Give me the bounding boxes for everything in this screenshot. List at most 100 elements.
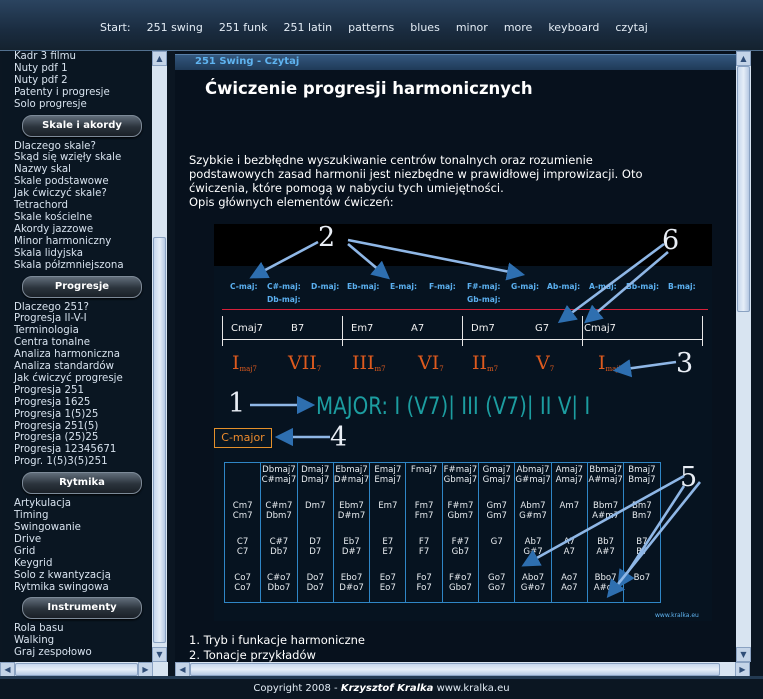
main-scroll-thumb[interactable] — [737, 66, 750, 312]
sidebar-item-top-1[interactable]: Nuty pdf 1 — [14, 63, 154, 75]
top-nav: Start: 251 swing 251 funk 251 latin patt… — [100, 21, 648, 34]
list-item: 1. Tryb i funkacje harmoniczne — [189, 633, 365, 647]
sidebar-item-rhythm-4[interactable]: Grid — [14, 546, 154, 558]
sidebar-item-progressions-12[interactable]: Progresja 12345671 — [14, 444, 154, 456]
sidebar-header-progressions: Progresje — [22, 275, 142, 298]
sidebar-item-progressions-0[interactable]: Dlaczego 251? — [14, 302, 154, 314]
sidebar-item-scales-5[interactable]: Tetrachord — [14, 200, 154, 212]
sidebar-item-progressions-1[interactable]: Progresja II-V-I — [14, 313, 154, 325]
scroll-up-icon[interactable]: ▲ — [736, 51, 751, 66]
sidebar-group-0: Kadr 3 filmu Nuty pdf 1 Nuty pdf 2 Patenty … — [14, 51, 154, 111]
sidebar-item-scales-10[interactable]: Skala półzmniejszona — [14, 260, 154, 272]
nav-blues[interactable]: blues — [410, 21, 440, 34]
annotation-arrows — [249, 238, 702, 599]
nav-251-latin[interactable]: 251 latin — [284, 21, 333, 34]
sidebar-item-rhythm-2[interactable]: Swingowanie — [14, 522, 154, 534]
top-navigation-bar: Start: 251 swing 251 funk 251 latin patt… — [0, 0, 763, 51]
sidebar-header-instruments: Instrumenty — [22, 597, 142, 620]
arrow-2-to-g — [347, 238, 526, 281]
sidebar-item-rhythm-7[interactable]: Rytmika swingowa — [14, 582, 154, 594]
nav-keyboard[interactable]: keyboard — [548, 21, 599, 34]
sidebar-item-top-2[interactable]: Nuty pdf 2 — [14, 75, 154, 87]
sidebar-item-progressions-9[interactable]: Progresja 1(5)25 — [14, 409, 154, 421]
breadcrumb[interactable]: 251 Swing - Czytaj — [195, 56, 299, 67]
sidebar-item-scales-8[interactable]: Minor harmoniczny — [14, 236, 154, 248]
breadcrumb-bar: 251 Swing - Czytaj — [175, 54, 736, 70]
sidebar-item-rhythm-5[interactable]: Keygrid — [14, 558, 154, 570]
scroll-left-icon[interactable]: ◀ — [175, 662, 190, 677]
sidebar-item-progressions-5[interactable]: Analiza standardów — [14, 361, 154, 373]
intro-line: Szybkie i bezbłędne wyszukiwanie centrów… — [189, 153, 593, 167]
sidebar-header-label: Instrumenty — [47, 602, 117, 614]
nav-patterns[interactable]: patterns — [348, 21, 394, 34]
sidebar-item-scales-1[interactable]: Skąd się wzięły skale — [14, 152, 154, 164]
sidebar-item-progressions-4[interactable]: Analiza harmoniczna — [14, 349, 154, 361]
scroll-right-icon[interactable]: ▶ — [735, 662, 750, 677]
sidebar-item-instruments-2[interactable]: Graj zespołowo — [14, 647, 154, 659]
element-list: 1. Tryb i funkacje harmoniczne 2. Tonacj… — [189, 633, 365, 662]
sidebar-item-scales-3[interactable]: Skale podstawowe — [14, 176, 154, 188]
sidebar-group-instruments: Rola basu Walking Graj zespołowo — [14, 623, 154, 659]
sidebar-item-rhythm-3[interactable]: Drive — [14, 534, 154, 546]
nav-start-label: Start: — [100, 21, 131, 34]
footer: Copyright 2008 - Krzysztof Kralka www.kr… — [0, 679, 763, 699]
scroll-right-icon[interactable]: ▶ — [138, 662, 153, 677]
sidebar-item-progressions-3[interactable]: Centra tonalne — [14, 337, 154, 349]
scroll-down-icon[interactable]: ▼ — [736, 647, 751, 662]
main-content: 251 Swing - Czytaj Ćwiczenie progresji h… — [175, 51, 736, 662]
sidebar-header-label: Progresje — [54, 280, 110, 292]
sidebar-item-rhythm-0[interactable]: Artykulacja — [14, 498, 154, 510]
sidebar-item-scales-2[interactable]: Nazwy skal — [14, 164, 154, 176]
page-title: Ćwiczenie progresji harmonicznych — [205, 79, 533, 98]
sidebar-item-scales-6[interactable]: Skale kościelne — [14, 212, 154, 224]
sidebar-item-progressions-7[interactable]: Progresja 251 — [14, 385, 154, 397]
nav-more[interactable]: more — [504, 21, 533, 34]
sidebar-scroll-thumb[interactable] — [153, 237, 166, 643]
arrow-5-c — [606, 481, 702, 599]
main-hscroll-thumb[interactable] — [190, 663, 720, 676]
sidebar-header-rhythm: Rytmika — [22, 472, 142, 495]
list-item: 2. Tonacje przykładów — [189, 648, 316, 662]
intro-line: Opis głównych elementów ćwiczeń: — [189, 195, 394, 209]
scroll-left-icon[interactable]: ◀ — [0, 662, 15, 677]
main-horizontal-scrollbar[interactable]: ◀ ▶ — [175, 662, 750, 677]
sidebar-item-scales-4[interactable]: Jak ćwiczyć skale? — [14, 188, 154, 200]
arrow-3 — [612, 359, 677, 378]
sidebar-item-progressions-11[interactable]: Progresja (25)25 — [14, 432, 154, 444]
nav-minor[interactable]: minor — [456, 21, 488, 34]
sidebar-item-scales-7[interactable]: Akordy jazzowe — [14, 224, 154, 236]
intro-line: podstawowych zasad harmonii jest niezbęd… — [189, 167, 643, 181]
main-vertical-scrollbar[interactable]: ▲ ▼ — [736, 51, 751, 662]
sidebar-item-rhythm-6[interactable]: Solo z kwantyzacją — [14, 570, 154, 582]
sidebar-item-progressions-10[interactable]: Progresja 251(5) — [14, 421, 154, 433]
arrow-6-to-g7 — [557, 242, 665, 324]
sidebar-item-progressions-6[interactable]: Jak ćwiczyć progresje — [14, 373, 154, 385]
sidebar-group-progressions: Dlaczego 251? Progresja II-V-I Terminologi… — [14, 302, 154, 469]
intro-text: Szybkie i bezbłędne wyszukiwanie centrów… — [189, 153, 734, 209]
sidebar: Kadr 3 filmu Nuty pdf 1 Nuty pdf 2 Patenty … — [2, 51, 168, 662]
footer-site[interactable]: www.kralka.eu — [433, 683, 510, 694]
nav-251-swing[interactable]: 251 swing — [147, 21, 203, 34]
sidebar-item-instruments-1[interactable]: Walking — [14, 635, 154, 647]
nav-czytaj[interactable]: czytaj — [615, 21, 647, 34]
sidebar-menu: Kadr 3 filmu Nuty pdf 1 Nuty pdf 2 Patenty … — [14, 51, 154, 659]
sidebar-item-scales-9[interactable]: Skala lidyjska — [14, 248, 154, 260]
sidebar-item-top-0[interactable]: Kadr 3 filmu — [14, 51, 154, 63]
sidebar-item-progressions-2[interactable]: Terminologia — [14, 325, 154, 337]
sidebar-horizontal-scrollbar[interactable]: ◀ ▶ — [0, 662, 168, 677]
sidebar-item-top-4[interactable]: Solo progresje — [14, 99, 154, 111]
sidebar-item-scales-0[interactable]: Dlaczego skale? — [14, 141, 154, 153]
nav-251-funk[interactable]: 251 funk — [219, 21, 268, 34]
sidebar-vertical-scrollbar[interactable]: ▲ ▼ — [152, 51, 167, 662]
sidebar-item-progressions-8[interactable]: Progresja 1625 — [14, 397, 154, 409]
sidebar-item-rhythm-1[interactable]: Timing — [14, 510, 154, 522]
sidebar-item-instruments-0[interactable]: Rola basu — [14, 623, 154, 635]
sidebar-group-scales: Dlaczego skale? Skąd się wzięły skale Nazw… — [14, 141, 154, 272]
sidebar-item-top-3[interactable]: Patenty i progresje — [14, 87, 154, 99]
scroll-down-icon[interactable]: ▼ — [152, 647, 167, 662]
scroll-up-icon[interactable]: ▲ — [152, 51, 167, 66]
sidebar-item-progressions-13[interactable]: Progr. 1(5)3(5)251 — [14, 456, 154, 468]
sidebar-header-label: Rytmika — [59, 477, 105, 489]
sidebar-header-label: Skale i akordy — [42, 119, 122, 131]
sidebar-hscroll-thumb[interactable] — [15, 663, 138, 676]
